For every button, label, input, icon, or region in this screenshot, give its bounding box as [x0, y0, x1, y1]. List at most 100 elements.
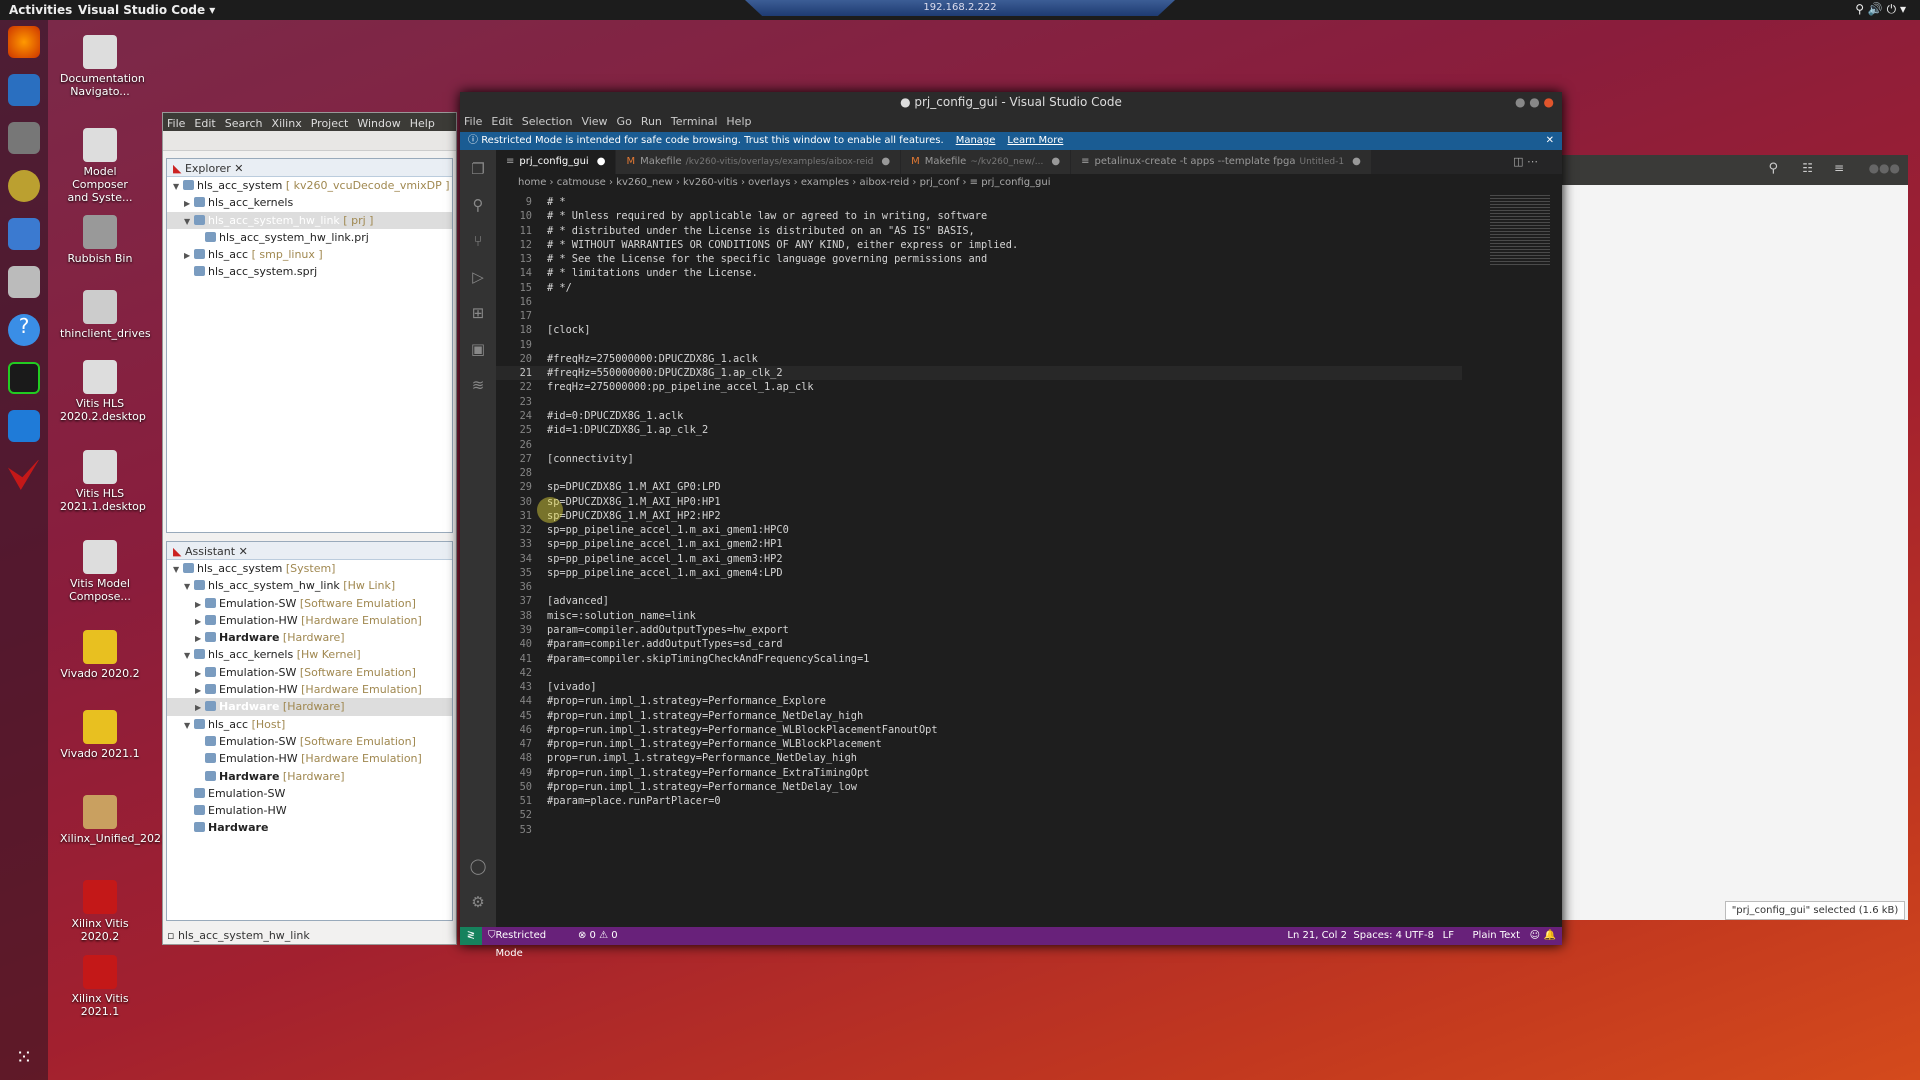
- docker-icon[interactable]: ≋: [468, 376, 488, 396]
- restricted-mode-status[interactable]: ⛉ Restricted Mode: [488, 927, 546, 959]
- menu-terminal[interactable]: Terminal: [671, 115, 718, 128]
- run-debug-icon[interactable]: ▷: [468, 268, 488, 288]
- explorer-icon[interactable]: ❐: [468, 160, 488, 180]
- unsaved-dot-icon[interactable]: ●: [597, 156, 606, 167]
- language-mode[interactable]: Plain Text: [1473, 927, 1520, 945]
- menu-edit[interactable]: Edit: [491, 115, 512, 128]
- desktop-icon[interactable]: Vitis HLS 2020.2.desktop: [60, 360, 146, 423]
- tree-item[interactable]: ▶ Emulation-HW [Hardware Emulation]: [167, 612, 452, 629]
- expand-toggle-icon[interactable]: ▶: [195, 682, 205, 699]
- desktop-icon[interactable]: Xilinx_Unified_2021.1_0...: [60, 795, 201, 845]
- tree-item[interactable]: ▼ hls_acc_system_hw_link [Hw Link]: [167, 577, 452, 594]
- app-menu[interactable]: Visual Studio Code ▾: [78, 3, 215, 17]
- cursor-position[interactable]: Ln 21, Col 2: [1287, 927, 1347, 945]
- menu-file[interactable]: File: [464, 115, 482, 128]
- tree-item[interactable]: ▶ hls_acc [ smp_linux ]: [167, 246, 452, 263]
- desktop-icon[interactable]: Model Composer and Syste...: [60, 128, 140, 204]
- learn-more-link[interactable]: Learn More: [1007, 135, 1063, 146]
- writer-icon[interactable]: [8, 218, 40, 250]
- tree-item[interactable]: ▶ Hardware [Hardware]: [167, 629, 452, 646]
- desktop-icon[interactable]: Vitis HLS 2021.1.desktop: [60, 450, 146, 513]
- indentation[interactable]: Spaces: 4: [1353, 927, 1402, 945]
- tree-item[interactable]: Emulation-SW [Software Emulation]: [167, 733, 452, 750]
- expand-toggle-icon[interactable]: ▼: [184, 213, 194, 230]
- editor-tab[interactable]: ≡ prj_config_gui ●: [496, 150, 617, 174]
- tree-item[interactable]: Emulation-HW: [167, 802, 452, 819]
- menu-search[interactable]: Search: [225, 117, 263, 130]
- breadcrumb-item[interactable]: kv260_new: [616, 177, 672, 188]
- assistant-tab[interactable]: Assistant: [185, 545, 235, 558]
- help-icon[interactable]: ?: [8, 314, 40, 346]
- menu-view[interactable]: View: [581, 115, 607, 128]
- window-controls[interactable]: ● ● ●: [1515, 92, 1554, 112]
- desktop-icon[interactable]: Documentation Navigato...: [60, 35, 145, 98]
- minimap[interactable]: [1490, 195, 1550, 265]
- feedback-icon[interactable]: ☺: [1530, 927, 1540, 945]
- breadcrumb-item[interactable]: overlays: [748, 177, 790, 188]
- expand-toggle-icon[interactable]: ▶: [195, 630, 205, 647]
- remote-explorer-icon[interactable]: ▣: [468, 340, 488, 360]
- code-editor[interactable]: 9 # * 10 # * Unless required by applicable …: [496, 195, 1462, 837]
- system-tray-icons[interactable]: ⚲ 🔊 ⏻ ▾: [1855, 2, 1906, 17]
- search-icon[interactable]: ⚲: [468, 196, 488, 216]
- expand-toggle-icon[interactable]: ▼: [184, 647, 194, 664]
- expand-toggle-icon[interactable]: ▼: [184, 717, 194, 734]
- tree-item[interactable]: ▼ hls_acc_system [System]: [167, 560, 452, 577]
- tree-item[interactable]: Emulation-HW [Hardware Emulation]: [167, 750, 452, 767]
- problems-status[interactable]: ⊗ 0 ⚠ 0: [578, 927, 618, 945]
- remote-indicator[interactable]: ≷: [460, 927, 482, 945]
- firefox-icon[interactable]: [8, 26, 40, 58]
- account-icon[interactable]: ◯: [468, 857, 488, 877]
- expand-toggle-icon[interactable]: ▼: [184, 578, 194, 595]
- tree-item[interactable]: ▶ Emulation-SW [Software Emulation]: [167, 595, 452, 612]
- tree-item[interactable]: Emulation-SW: [167, 785, 452, 802]
- eol[interactable]: LF: [1443, 927, 1454, 945]
- breadcrumb-item[interactable]: home: [518, 177, 546, 188]
- files-icon[interactable]: [8, 122, 40, 154]
- view-options-icon[interactable]: ☷: [1802, 161, 1813, 175]
- explorer-tab[interactable]: Explorer: [185, 162, 231, 175]
- tree-item[interactable]: Hardware [Hardware]: [167, 768, 452, 785]
- software-icon[interactable]: [8, 266, 40, 298]
- menu-project[interactable]: Project: [311, 117, 349, 130]
- menu-run[interactable]: Run: [641, 115, 662, 128]
- tree-item[interactable]: ▶ Emulation-SW [Software Emulation]: [167, 664, 452, 681]
- breadcrumb-item[interactable]: examples: [801, 177, 849, 188]
- editor-tab[interactable]: M Makefile ~/kv260_new/... ●: [901, 150, 1072, 174]
- remote-desktop-bar[interactable]: 192.168.2.222: [745, 0, 1175, 16]
- expand-toggle-icon[interactable]: ▶: [195, 596, 205, 613]
- tree-item[interactable]: hls_acc_system.sprj: [167, 263, 452, 280]
- tree-item[interactable]: hls_acc_system_hw_link.prj: [167, 229, 452, 246]
- breadcrumb-item[interactable]: ≡ prj_config_gui: [970, 177, 1051, 188]
- editor-tab[interactable]: ≡ petalinux-create -t apps --template fpg…: [1071, 150, 1372, 174]
- show-apps-icon[interactable]: ⁙: [8, 1045, 40, 1077]
- pycharm-icon[interactable]: [8, 362, 40, 394]
- menu-selection[interactable]: Selection: [522, 115, 573, 128]
- expand-toggle-icon[interactable]: ▶: [184, 195, 194, 212]
- activities-button[interactable]: Activities: [9, 3, 72, 17]
- menu-edit[interactable]: Edit: [194, 117, 215, 130]
- editor-tab[interactable]: M Makefile/kv260-vitis/overlays/examples/…: [616, 150, 902, 174]
- desktop-icon[interactable]: thinclient_drives: [60, 290, 151, 340]
- menu-go[interactable]: Go: [617, 115, 632, 128]
- expand-toggle-icon[interactable]: ▶: [195, 613, 205, 630]
- vscode-icon[interactable]: [8, 410, 40, 442]
- desktop-icon[interactable]: Vitis Model Compose...: [60, 540, 140, 603]
- menu-xilinx[interactable]: Xilinx: [272, 117, 302, 130]
- tree-item[interactable]: ▼ hls_acc_system [ kv260_vcuDecode_vmixDP…: [167, 177, 452, 194]
- unsaved-dot-icon[interactable]: ●: [881, 156, 890, 167]
- window-controls[interactable]: ●●●: [1869, 161, 1900, 175]
- menu-file[interactable]: File: [167, 117, 185, 130]
- manage-link[interactable]: Manage: [956, 135, 996, 146]
- gear-icon[interactable]: ⚙: [468, 893, 488, 913]
- encoding[interactable]: UTF-8: [1405, 927, 1434, 945]
- expand-toggle-icon[interactable]: ▼: [173, 561, 183, 578]
- rhythmbox-icon[interactable]: [8, 170, 40, 202]
- thunderbird-icon[interactable]: [8, 74, 40, 106]
- tree-item[interactable]: ▶ Hardware [Hardware]: [167, 698, 452, 716]
- desktop-icon[interactable]: Vivado 2021.1: [60, 710, 140, 760]
- breadcrumb-item[interactable]: kv260-vitis: [683, 177, 738, 188]
- menu-help[interactable]: Help: [726, 115, 751, 128]
- tree-item[interactable]: ▼ hls_acc [Host]: [167, 716, 452, 733]
- expand-toggle-icon[interactable]: ▶: [195, 665, 205, 682]
